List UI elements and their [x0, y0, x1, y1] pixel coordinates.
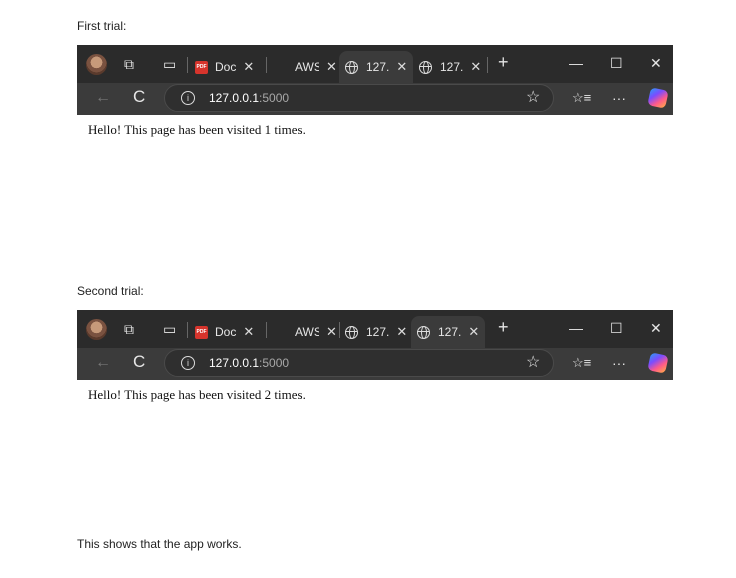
refresh-icon[interactable]: C	[133, 88, 145, 105]
copilot-icon[interactable]	[647, 87, 669, 109]
globe-icon	[345, 325, 358, 339]
pdf-icon: PDF	[195, 60, 208, 74]
globe-icon	[417, 325, 430, 339]
tab-label: 127.	[438, 325, 462, 339]
conclusion-caption: This shows that the app works.	[77, 537, 242, 551]
workspaces-icon[interactable]: ⧉	[124, 57, 134, 71]
workspaces-icon[interactable]: ⧉	[124, 322, 134, 336]
tab-localhost-active[interactable]: 127. ✕	[411, 316, 485, 348]
tab-doc[interactable]: PDF Doc ✕	[195, 316, 254, 348]
copilot-icon[interactable]	[647, 352, 669, 374]
tab-localhost[interactable]: 127. ✕	[419, 51, 481, 83]
close-tab-icon[interactable]: ✕	[396, 59, 407, 75]
favorites-icon[interactable]: ☆≡	[572, 356, 591, 370]
globe-icon	[419, 60, 432, 74]
profile-avatar[interactable]	[86, 54, 107, 75]
favorite-star-icon[interactable]: ☆	[526, 355, 540, 371]
back-icon[interactable]: ←	[95, 355, 111, 371]
browser-screenshot-2: ⧉ ▭ PDF Doc ✕ AWS ✕ 127. ✕ 127. ✕ + — ☐ …	[77, 310, 673, 533]
visit-count-text: Hello! This page has been visited 2 time…	[88, 387, 306, 402]
browser-titlebar: ⧉ ▭ PDF Doc ✕ AWS ✕ 127. ✕ 127. ✕ + — ☐ …	[77, 45, 673, 83]
address-bar: ← C i 127.0.0.1:5000 ☆ ☆≡ ···	[77, 348, 673, 380]
tab-localhost[interactable]: 127. ✕	[345, 316, 407, 348]
url-text: 127.0.0.1:5000	[209, 356, 290, 370]
url-text: 127.0.0.1:5000	[209, 91, 290, 105]
more-icon[interactable]: ···	[612, 91, 626, 105]
new-tab-button[interactable]: +	[498, 53, 509, 71]
tab-aws[interactable]: AWS ✕	[295, 316, 337, 348]
address-bar: ← C i 127.0.0.1:5000 ☆ ☆≡ ···	[77, 83, 673, 115]
tab-doc[interactable]: PDF Doc ✕	[195, 51, 254, 83]
new-tab-button[interactable]: +	[498, 318, 509, 336]
tab-label: Doc	[215, 60, 237, 74]
globe-icon	[345, 60, 358, 74]
url-field[interactable]: i 127.0.0.1:5000 ☆	[164, 349, 554, 377]
back-icon[interactable]: ←	[95, 90, 111, 106]
close-tab-icon[interactable]: ✕	[326, 324, 337, 340]
url-field[interactable]: i 127.0.0.1:5000 ☆	[164, 84, 554, 112]
tab-actions-icon[interactable]: ▭	[163, 322, 176, 336]
profile-avatar[interactable]	[86, 319, 107, 340]
site-info-icon[interactable]: i	[181, 356, 195, 370]
tab-label: AWS	[295, 60, 319, 74]
close-tab-icon[interactable]: ✕	[243, 324, 254, 340]
pdf-icon: PDF	[195, 325, 208, 339]
page-content: Hello! This page has been visited 1 time…	[77, 115, 673, 241]
tab-label: 127.	[366, 60, 390, 74]
more-icon[interactable]: ···	[612, 356, 626, 370]
browser-titlebar: ⧉ ▭ PDF Doc ✕ AWS ✕ 127. ✕ 127. ✕ + — ☐ …	[77, 310, 673, 348]
tab-aws[interactable]: AWS ✕	[295, 51, 337, 83]
tab-localhost-active[interactable]: 127. ✕	[339, 51, 413, 83]
maximize-button[interactable]: ☐	[610, 55, 623, 72]
tab-label: 127.	[440, 60, 464, 74]
first-trial-caption: First trial:	[77, 19, 127, 33]
tab-label: 127.	[366, 325, 390, 339]
visit-count-text: Hello! This page has been visited 1 time…	[88, 122, 306, 137]
second-trial-caption: Second trial:	[77, 284, 144, 298]
minimize-button[interactable]: —	[569, 320, 583, 336]
tab-label: Doc	[215, 325, 237, 339]
minimize-button[interactable]: —	[569, 55, 583, 71]
close-tab-icon[interactable]: ✕	[468, 324, 479, 340]
tab-label: AWS	[295, 325, 319, 339]
favorite-star-icon[interactable]: ☆	[526, 90, 540, 106]
tab-actions-icon[interactable]: ▭	[163, 57, 176, 71]
close-window-button[interactable]: ✕	[650, 320, 662, 337]
close-window-button[interactable]: ✕	[650, 55, 662, 72]
close-tab-icon[interactable]: ✕	[396, 324, 407, 340]
site-info-icon[interactable]: i	[181, 91, 195, 105]
favorites-icon[interactable]: ☆≡	[572, 91, 591, 105]
close-tab-icon[interactable]: ✕	[470, 59, 481, 75]
close-tab-icon[interactable]: ✕	[243, 59, 254, 75]
close-tab-icon[interactable]: ✕	[326, 59, 337, 75]
browser-screenshot-1: ⧉ ▭ PDF Doc ✕ AWS ✕ 127. ✕ 127. ✕ + — ☐ …	[77, 45, 673, 241]
page-content: Hello! This page has been visited 2 time…	[77, 380, 673, 533]
refresh-icon[interactable]: C	[133, 353, 145, 370]
maximize-button[interactable]: ☐	[610, 320, 623, 337]
